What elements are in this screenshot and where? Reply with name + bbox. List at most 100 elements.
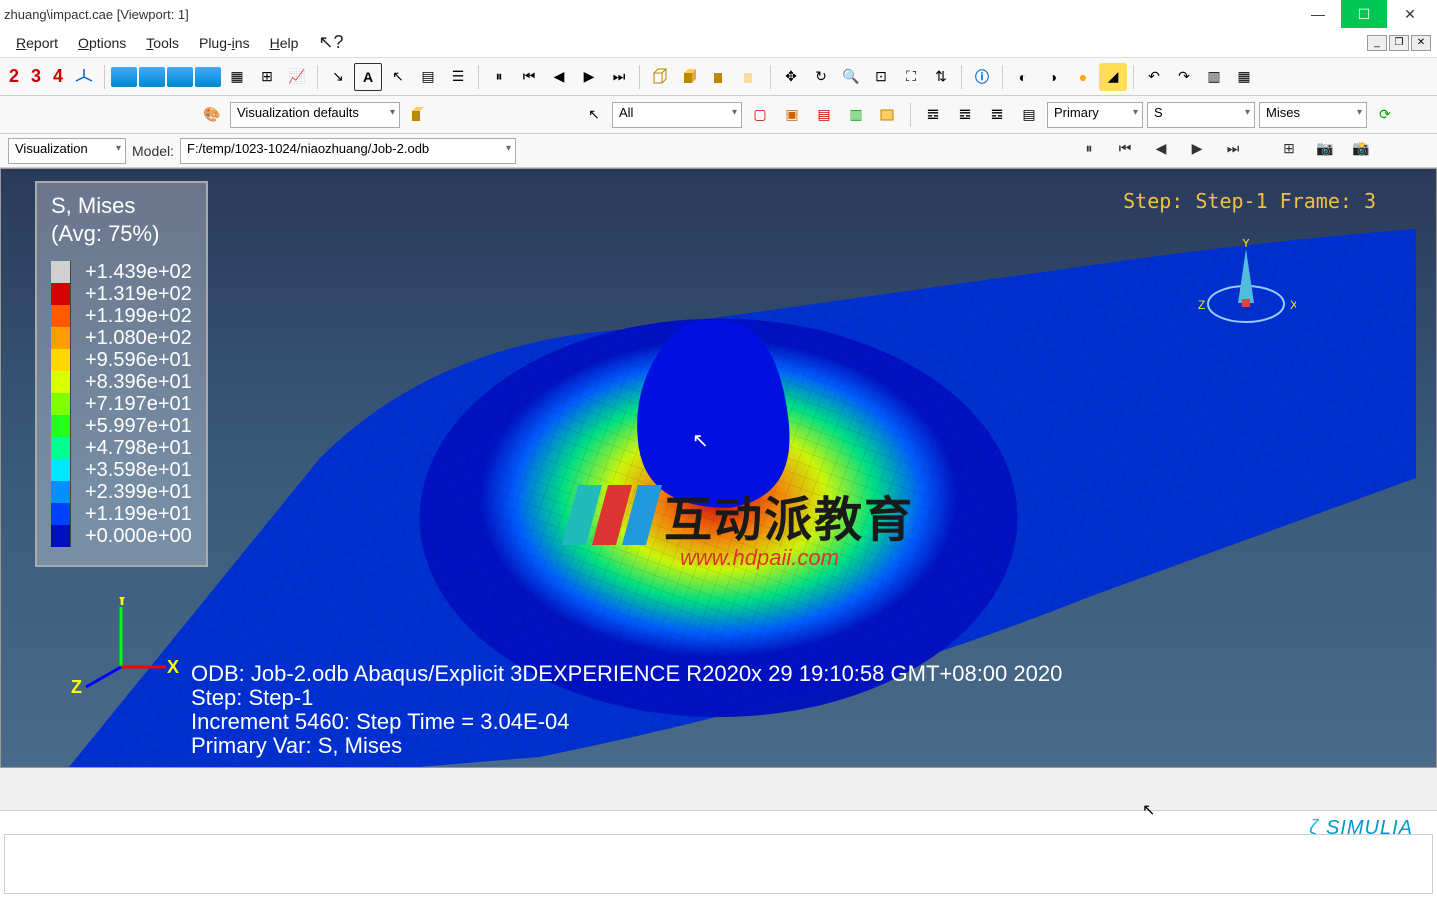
anim-next-icon[interactable]: ▶ <box>575 63 603 91</box>
cube-shade-icon[interactable] <box>676 63 704 91</box>
cube-defaults-icon[interactable] <box>404 101 432 129</box>
model-path-combo[interactable]: F:/temp/1023-1024/niaozhuang/Job-2.odb <box>180 138 516 164</box>
pb-prev-icon[interactable]: ◀ <box>1145 134 1177 162</box>
cube-hidden-icon[interactable] <box>706 63 734 91</box>
undo-icon[interactable]: ↶ <box>1140 63 1168 91</box>
legend-value: +1.199e+01 <box>85 503 192 526</box>
circle4-icon[interactable]: ◢ <box>1099 63 1127 91</box>
options-icon[interactable]: ☰ <box>444 63 472 91</box>
refresh-icon[interactable]: ⟳ <box>1371 101 1399 129</box>
circle3-icon[interactable]: ● <box>1069 63 1097 91</box>
visualization-defaults-combo[interactable]: Visualization defaults <box>230 102 400 128</box>
dg-add-icon[interactable]: ▣ <box>778 101 806 129</box>
cube-transparent-icon[interactable] <box>736 63 764 91</box>
cube-wire-icon[interactable] <box>646 63 674 91</box>
anim-last-icon[interactable]: ⏭ <box>605 63 633 91</box>
status-area: ζ SIMULIA <box>0 811 1437 898</box>
legend-row: +7.197e+01 <box>51 393 192 415</box>
mdi-close[interactable]: ✕ <box>1411 35 1431 51</box>
palette-icon[interactable]: ▥ <box>1200 63 1228 91</box>
close-button[interactable]: ✕ <box>1387 0 1433 28</box>
view-compass[interactable]: Y X Z <box>1196 239 1296 339</box>
display-group-combo[interactable]: All <box>612 102 742 128</box>
anim-first-icon[interactable]: ⏮ <box>515 63 543 91</box>
toggle-icon[interactable]: ⊞ <box>253 63 281 91</box>
pan-icon[interactable]: ✥ <box>777 63 805 91</box>
ladder1-icon[interactable]: 𝌉 <box>919 101 947 129</box>
menu-plugins[interactable]: Plug-ins <box>189 31 260 55</box>
mdi-restore[interactable]: ❐ <box>1389 35 1409 51</box>
dg-remove-icon[interactable]: ▤ <box>810 101 838 129</box>
output-variable-combo[interactable]: S <box>1147 102 1255 128</box>
pick-icon[interactable]: ↖ <box>580 101 608 129</box>
pb-first-icon[interactable]: ⏮ <box>1109 134 1141 162</box>
legend-title: S, Mises <box>51 193 192 219</box>
message-area[interactable] <box>4 834 1433 894</box>
circle2-icon[interactable]: ◑ <box>1039 63 1067 91</box>
legend-row: +3.598e+01 <box>51 459 192 481</box>
pb-pause-icon[interactable]: ⏸ <box>1073 134 1105 162</box>
menu-report[interactable]: Report <box>6 31 68 55</box>
sync-icon[interactable]: ⊞ <box>1273 134 1305 162</box>
layout-4-icon[interactable] <box>195 67 221 87</box>
layout-1-icon[interactable] <box>111 67 137 87</box>
zoom-icon[interactable]: 🔍 <box>837 63 865 91</box>
dg-replace-icon[interactable]: ▢ <box>746 101 774 129</box>
legend-swatch <box>51 349 71 371</box>
table-icon[interactable]: ▤ <box>414 63 442 91</box>
layer-icon[interactable]: ▦ <box>223 63 251 91</box>
viewport-3d[interactable]: S, Mises (Avg: 75%) +1.439e+02+1.319e+02… <box>0 168 1437 768</box>
maximize-button[interactable]: ☐ <box>1341 0 1387 28</box>
anim-prev-icon[interactable]: ◀ <box>545 63 573 91</box>
dg-either-icon[interactable] <box>874 101 902 129</box>
snapshot-icon[interactable]: 📸 <box>1345 134 1377 162</box>
csys-icon[interactable] <box>70 63 98 91</box>
layout-3-icon[interactable] <box>167 67 193 87</box>
mdi-minimize[interactable]: _ <box>1367 35 1387 51</box>
legend-subtitle: (Avg: 75%) <box>51 221 192 247</box>
pb-next-icon[interactable]: ▶ <box>1181 134 1213 162</box>
zoom-box-icon[interactable]: ⊡ <box>867 63 895 91</box>
menu-help[interactable]: Help <box>260 31 309 55</box>
ladder4-icon[interactable]: ▤ <box>1015 101 1043 129</box>
redo-icon[interactable]: ↷ <box>1170 63 1198 91</box>
ladder3-icon[interactable]: 𝌉 <box>983 101 1011 129</box>
playback-controls: ⏸ ⏮ ◀ ▶ ⏭ ⊞ 📷 📸 <box>1073 134 1377 162</box>
menu-whatsthis[interactable]: ↖? <box>308 28 353 57</box>
ladder2-icon[interactable]: 𝌉 <box>951 101 979 129</box>
chart-icon[interactable]: 📈 <box>283 63 311 91</box>
primary-var-info: Primary Var: S, Mises <box>191 733 402 759</box>
viewport-4-button[interactable]: 4 <box>48 66 68 87</box>
legend-swatch <box>51 415 71 437</box>
menu-options[interactable]: Options <box>68 31 136 55</box>
legend-opts-icon[interactable]: ▦ <box>1230 63 1258 91</box>
text-annotation-icon[interactable]: A <box>354 63 382 91</box>
viewport-2-button[interactable]: 2 <box>4 66 24 87</box>
measure-icon[interactable]: ↘ <box>324 63 352 91</box>
svg-text:Z: Z <box>71 677 82 697</box>
viewport-3-button[interactable]: 3 <box>26 66 46 87</box>
fit-icon[interactable]: ⛶ <box>897 63 925 91</box>
camera-icon[interactable]: 📷 <box>1309 134 1341 162</box>
info-icon[interactable]: ⓘ <box>968 63 996 91</box>
color-palette-icon[interactable]: 🎨 <box>198 101 226 129</box>
legend-swatch <box>51 283 71 305</box>
pb-last-icon[interactable]: ⏭ <box>1217 134 1249 162</box>
legend-value: +0.000e+00 <box>85 525 192 548</box>
legend-row: +1.080e+02 <box>51 327 192 349</box>
dg-intersect-icon[interactable]: ▥ <box>842 101 870 129</box>
legend-swatch <box>51 481 71 503</box>
model-label: Model: <box>132 143 174 159</box>
module-combo[interactable]: Visualization <box>8 138 126 164</box>
cycle-icon[interactable]: ⇅ <box>927 63 955 91</box>
variable-position-combo[interactable]: Primary <box>1047 102 1143 128</box>
menu-tools[interactable]: Tools <box>136 31 189 55</box>
minimize-button[interactable]: — <box>1295 0 1341 28</box>
anim-pause-icon[interactable]: ⏸ <box>485 63 513 91</box>
invariant-combo[interactable]: Mises <box>1259 102 1367 128</box>
select-icon[interactable]: ↖ <box>384 63 412 91</box>
layout-2-icon[interactable] <box>139 67 165 87</box>
rotate-icon[interactable]: ↻ <box>807 63 835 91</box>
legend-value: +8.396e+01 <box>85 371 192 394</box>
circle1-icon[interactable]: ◐ <box>1009 63 1037 91</box>
